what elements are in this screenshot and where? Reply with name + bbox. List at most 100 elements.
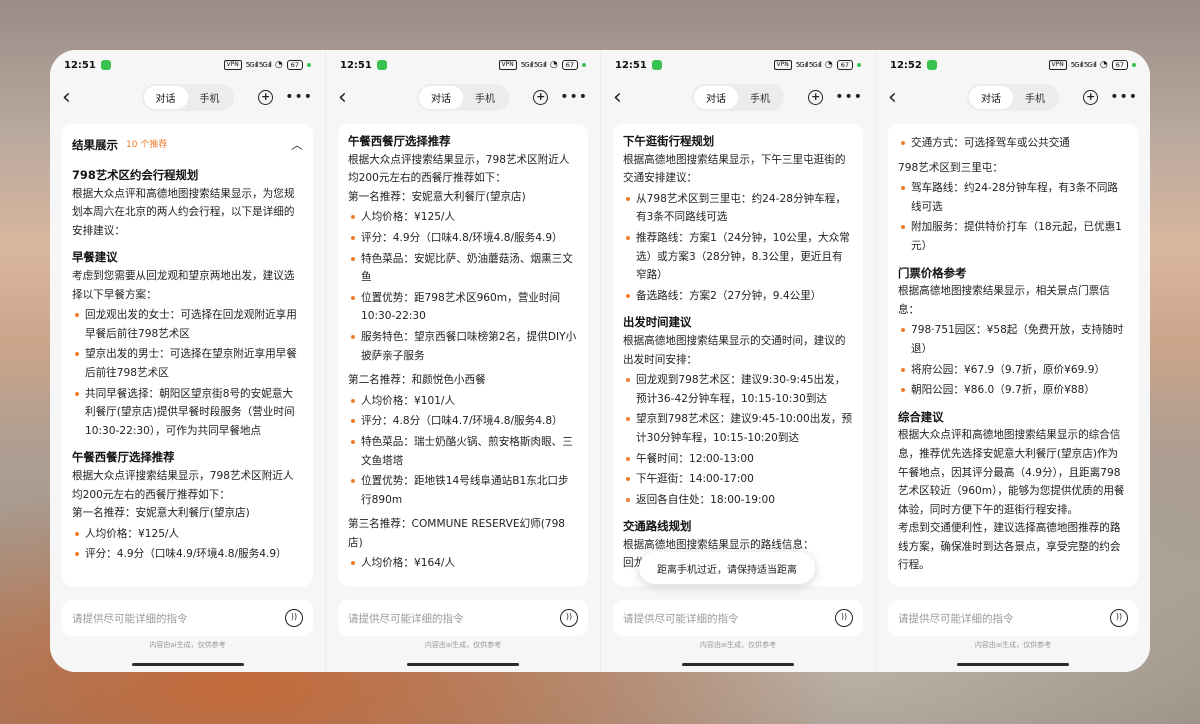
section-heading: 出发时间建议: [623, 315, 692, 330]
more-options-icon[interactable]: •••: [285, 89, 313, 105]
bullet-item: 回龙观出发的女士：可选择在回龙观附近享用早餐后前往798艺术区: [72, 306, 303, 343]
more-options-icon[interactable]: •••: [835, 89, 863, 105]
result-header[interactable]: 结果展示 10 个推荐 ︿: [72, 124, 303, 166]
section-heading: 交通路线规划: [623, 519, 692, 534]
response-card: 午餐西餐厅选择推荐 根据大众点评搜索结果显示，798艺术区附近人均200元左右的西…: [338, 124, 588, 586]
bullet-item: 回龙观到798艺术区：建议9:30-9:45出发，预计36-42分钟车程，10:…: [623, 371, 853, 408]
wifi-icon: ◔: [549, 60, 558, 70]
bullet-item: 附加服务：提供特价打车（18元起，已优惠1元）: [898, 218, 1128, 255]
screenshots-panel: 12:51 VPN 5G ıll 5G ıll ◔ 67 ‹ 对话 手机 + ••• 结果展示 10 …: [50, 50, 1150, 672]
battery-icon: 67: [286, 60, 303, 70]
voice-input-icon[interactable]: )): [285, 609, 303, 627]
top-nav: ‹ 对话 手机 + •••: [50, 80, 325, 114]
input-placeholder: 请提供尽可能详细的指令: [623, 612, 739, 625]
paragraph: 第一名推荐：安妮意大利餐厅(望京店): [348, 190, 526, 203]
back-arrow-icon[interactable]: ‹: [888, 85, 908, 110]
chat-app-icon: [376, 60, 387, 70]
back-arrow-icon[interactable]: ‹: [613, 85, 633, 110]
new-chat-plus-icon[interactable]: +: [1083, 89, 1099, 105]
bullet-item: 备选路线：方案2（27分钟，9.4公里）: [623, 287, 853, 306]
bullet-item: 评分：4.9分（口味4.9/环境4.8/服务4.9）: [72, 545, 303, 564]
status-bar: 12:52 VPN 5G ıll 5G ıll ◔ 67: [876, 50, 1150, 80]
ai-disclaimer: 内容由ai生成，仅供参考: [149, 641, 226, 649]
mode-switch: 对话 手机: [417, 83, 509, 111]
home-indicator[interactable]: [957, 663, 1069, 666]
bullet-item: 服务特色：望京西餐口味榜第2名，提供DIY小披萨亲子服务: [348, 328, 578, 365]
tab-chat[interactable]: 对话: [969, 85, 1013, 109]
paragraph: 第三名推荐：COMMUNE RESERVE幻师(798店): [348, 518, 566, 549]
ai-disclaimer: 内容由ai生成，仅供参考: [974, 641, 1052, 649]
voice-input-icon[interactable]: )): [1110, 609, 1128, 627]
signal-icon: 5G ıll 5G ıll: [520, 61, 547, 69]
bullet-item: 特色菜品：安妮比萨、奶油蘑菇汤、烟熏三文鱼: [348, 250, 578, 287]
response-card: 结果展示 10 个推荐 ︿ 798艺术区约会行程规划 根据大众点评和高德地图搜索结果显示…: [62, 124, 313, 586]
response-content: 交通方式：可选择驾车或公共交通 798艺术区到三里屯： 驾车路线：约24-28分钟车…: [898, 124, 1128, 575]
status-icons: VPN 5G ıll 5G ıll ◔ 67: [1048, 60, 1136, 70]
paragraph: 根据大众点评搜索结果显示，798艺术区附近人均200元左右的西餐厅推荐如下：: [348, 153, 570, 185]
status-time: 12:52: [890, 59, 922, 71]
chevron-up-icon[interactable]: ︿: [291, 136, 303, 155]
phone-screen-4: 12:52 VPN 5G ıll 5G ıll ◔ 67 ‹ 对话 手机 + ••• 交通方式：可选…: [875, 50, 1150, 672]
tab-chat[interactable]: 对话: [419, 85, 463, 109]
more-options-icon[interactable]: •••: [560, 89, 588, 105]
tab-phone[interactable]: 手机: [738, 86, 782, 109]
bullet-item: 评分：4.8分（口味4.7/环境4.8/服务4.8）: [348, 412, 578, 431]
section-heading: 798艺术区约会行程规划: [72, 168, 199, 182]
phone-screen-3: 12:51 VPN 5G ıll 5G ıll ◔ 67 ‹ 对话 手机 + ••• 下午逛街行程规…: [600, 50, 875, 672]
top-nav: ‹ 对话 手机 + •••: [326, 80, 600, 114]
privacy-dot-icon: [582, 63, 586, 67]
bullet-item: 位置优势：距地铁14号线阜通站B1东北口步行890m: [348, 472, 578, 509]
instruction-input[interactable]: 请提供尽可能详细的指令)): [338, 600, 588, 636]
paragraph: 根据高德地图搜索结果显示的交通时间，建议的出发时间安排：: [623, 334, 846, 366]
mode-switch: 对话 手机: [967, 83, 1059, 111]
status-bar: 12:51 VPN 5G ıll 5G ıll ◔ 67: [326, 50, 600, 80]
status-icons: VPN 5G ıll 5G ıll ◔ 67: [223, 60, 311, 70]
wifi-icon: ◔: [274, 60, 283, 70]
status-time: 12:51: [340, 59, 372, 71]
status-time: 12:51: [64, 59, 96, 71]
privacy-dot-icon: [1132, 63, 1136, 67]
home-indicator[interactable]: [407, 663, 519, 666]
input-placeholder: 请提供尽可能详细的指令: [72, 612, 188, 625]
chat-app-icon: [100, 60, 111, 70]
battery-icon: 67: [561, 60, 578, 70]
paragraph: 第一名推荐：安妮意大利餐厅(望京店): [72, 507, 250, 520]
status-icons: VPN 5G ıll 5G ıll ◔ 67: [773, 60, 861, 70]
tab-phone[interactable]: 手机: [1013, 86, 1057, 109]
tab-phone[interactable]: 手机: [188, 86, 232, 109]
mode-switch: 对话 手机: [141, 83, 234, 111]
tab-chat[interactable]: 对话: [143, 85, 188, 109]
battery-icon: 67: [1111, 60, 1128, 70]
response-content: 午餐西餐厅选择推荐 根据大众点评搜索结果显示，798艺术区附近人均200元左右的西…: [348, 124, 578, 573]
more-options-icon[interactable]: •••: [1110, 89, 1138, 105]
back-arrow-icon[interactable]: ‹: [338, 85, 358, 110]
bullet-item: 人均价格：¥125/人: [348, 208, 578, 227]
nav-actions: + •••: [533, 89, 588, 105]
new-chat-plus-icon[interactable]: +: [533, 89, 549, 105]
signal-icon: 5G ıll 5G ıll: [245, 61, 272, 69]
home-indicator[interactable]: [131, 663, 244, 666]
new-chat-plus-icon[interactable]: +: [258, 89, 274, 105]
new-chat-plus-icon[interactable]: +: [808, 89, 824, 105]
phone-screen-1: 12:51 VPN 5G ıll 5G ıll ◔ 67 ‹ 对话 手机 + ••• 结果展示 10 …: [50, 50, 325, 672]
instruction-input[interactable]: 请提供尽可能详细的指令)): [62, 600, 313, 636]
tab-chat[interactable]: 对话: [694, 85, 738, 109]
bullet-item: 午餐时间：12:00-13:00: [623, 450, 853, 469]
tab-phone[interactable]: 手机: [463, 86, 507, 109]
instruction-input[interactable]: 请提供尽可能详细的指令)): [613, 600, 863, 636]
voice-input-icon[interactable]: )): [835, 609, 853, 627]
response-card: 交通方式：可选择驾车或公共交通 798艺术区到三里屯： 驾车路线：约24-28分钟车…: [888, 124, 1138, 586]
privacy-dot-icon: [857, 63, 861, 67]
section-heading: 早餐建议: [72, 250, 118, 265]
back-arrow-icon[interactable]: ‹: [62, 85, 82, 110]
privacy-dot-icon: [307, 63, 311, 67]
vpn-icon: VPN: [773, 60, 792, 70]
paragraph: 考虑到您需要从回龙观和望京两地出发，建议选择以下早餐方案：: [72, 269, 295, 301]
paragraph: 798艺术区到三里屯：: [898, 161, 1003, 174]
instruction-input[interactable]: 请提供尽可能详细的指令)): [888, 600, 1138, 636]
top-nav: ‹ 对话 手机 + •••: [876, 80, 1150, 114]
home-indicator[interactable]: [682, 663, 794, 666]
bullet-item: 人均价格：¥125/人: [72, 525, 303, 544]
voice-input-icon[interactable]: )): [560, 609, 578, 627]
bullet-item: 人均价格：¥101/人: [348, 392, 578, 411]
